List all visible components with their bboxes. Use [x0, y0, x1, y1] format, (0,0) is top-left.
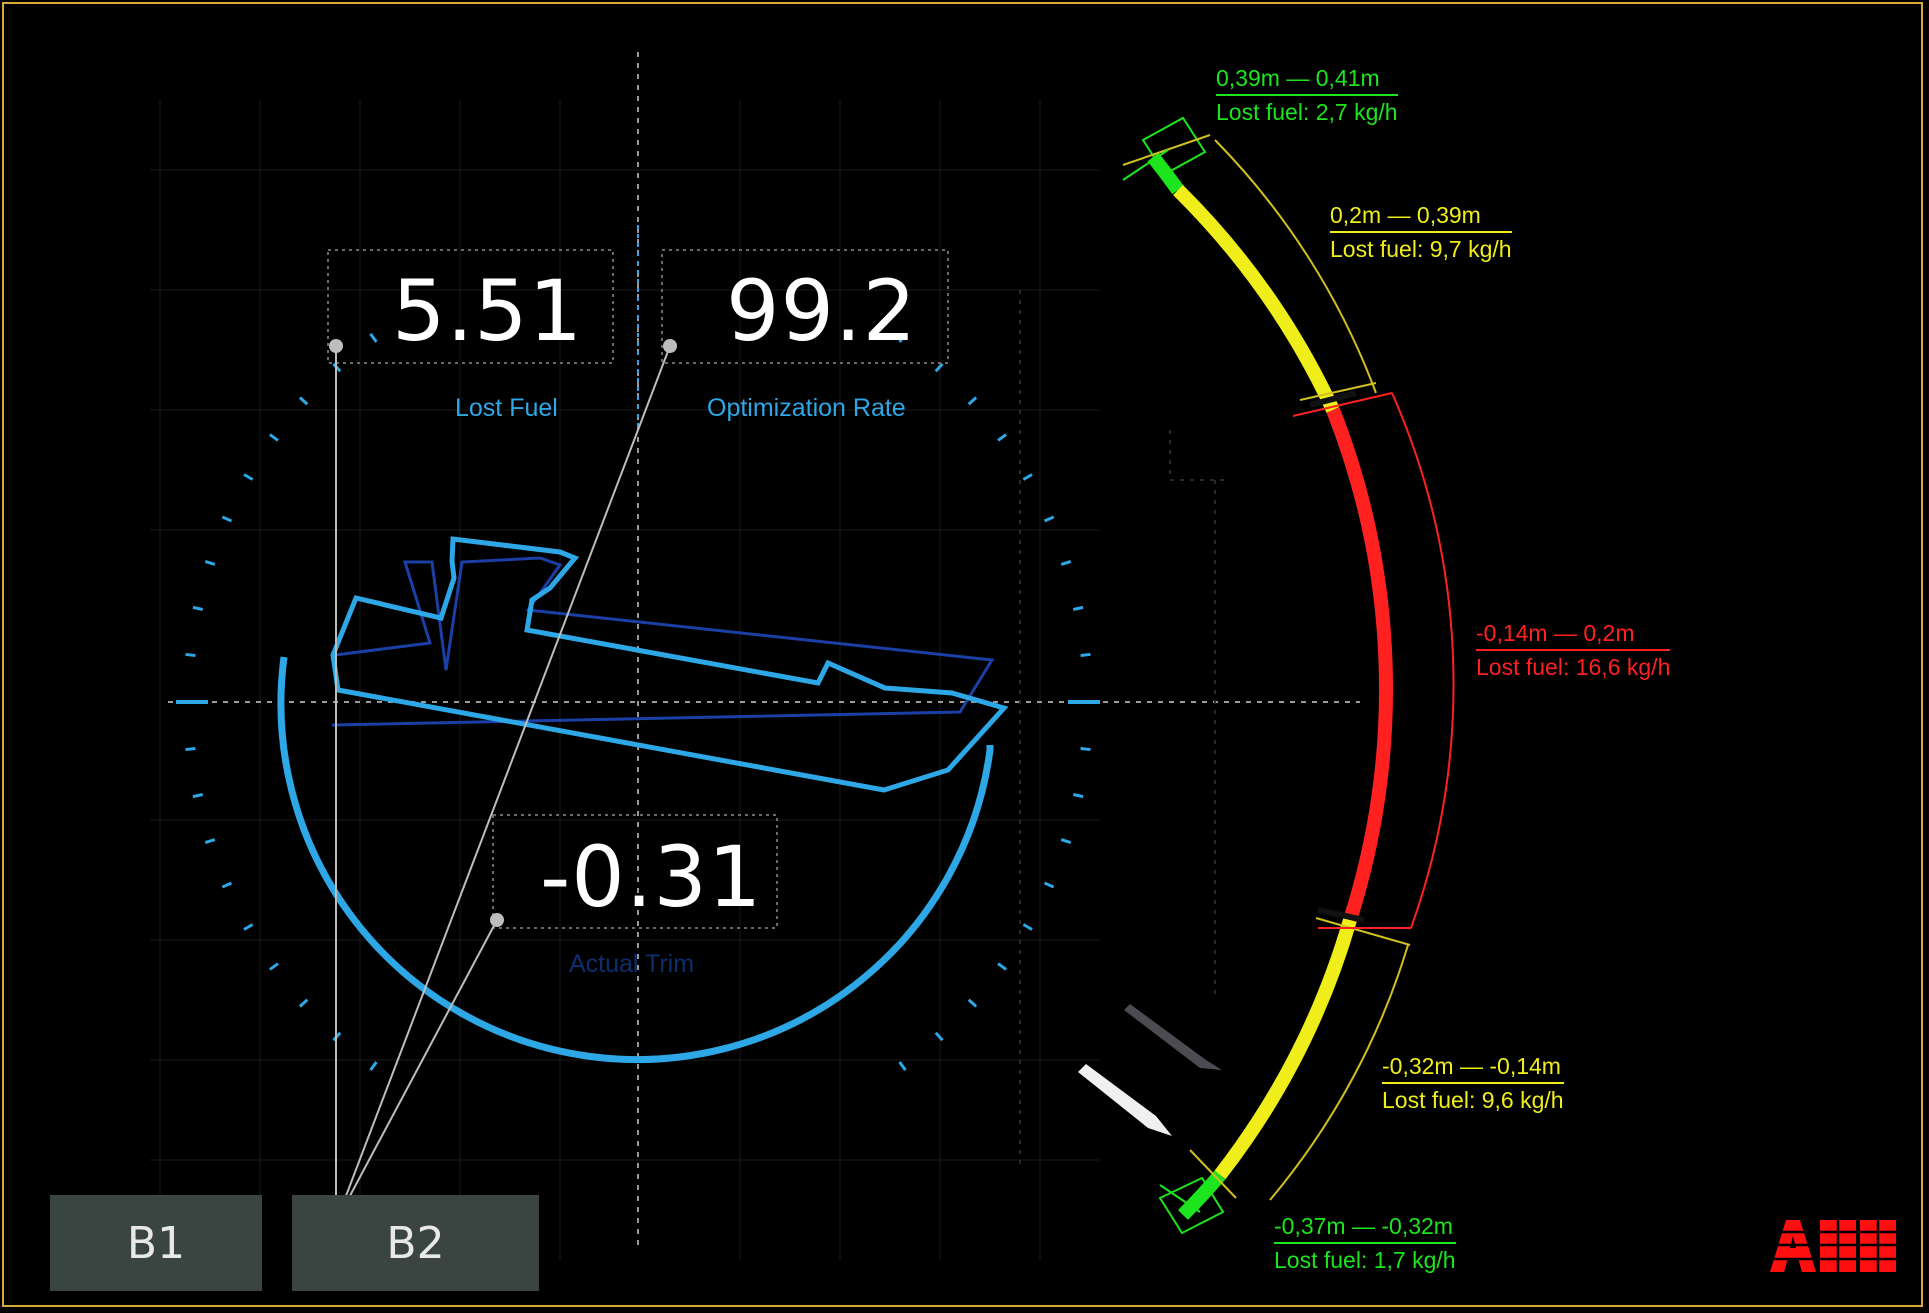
dial-tick: [1080, 747, 1091, 752]
dial-tick: [192, 605, 204, 611]
range-label-5: -0,37m — -0,32m Lost fuel: 1,7 kg/h: [1274, 1210, 1456, 1276]
dial-tick: [221, 515, 233, 523]
range-label-4: -0,32m — -0,14m Lost fuel: 9,6 kg/h: [1382, 1050, 1564, 1116]
dial-tick: [997, 962, 1007, 971]
dial-tick: [269, 962, 279, 971]
dial-tick: [1043, 881, 1055, 889]
ship-outline-reference: [331, 556, 995, 727]
actual-trim-value: -0.31: [540, 828, 763, 926]
optimization-rate-value: 99.2: [726, 262, 918, 360]
dial-tick: [369, 333, 378, 343]
lost-fuel-label: Lost Fuel: [455, 394, 558, 422]
dial-tick: [898, 1061, 907, 1071]
range-label-3: -0,14m — 0,2m Lost fuel: 16,6 kg/h: [1476, 617, 1671, 683]
dial-tick: [967, 396, 978, 406]
optimization-rate-label: Optimization Rate: [707, 394, 906, 422]
dial-tick: [221, 881, 233, 889]
dial-tick: [204, 838, 216, 845]
dial-tick: [1022, 923, 1033, 931]
dial-tick: [1022, 473, 1033, 481]
trim-needles: [1078, 1004, 1222, 1136]
dial-tick: [204, 559, 216, 566]
leader-lines: [335, 345, 671, 1223]
dial-tick: [243, 473, 254, 481]
b2-button[interactable]: B2: [292, 1195, 539, 1291]
needle-actual: [1078, 1064, 1172, 1136]
dial-tick: [1072, 793, 1084, 799]
dial-tick: [997, 433, 1007, 442]
dial-tick: [185, 652, 196, 657]
range-label-1: 0,39m — 0,41m Lost fuel: 2,7 kg/h: [1216, 62, 1398, 128]
b1-button[interactable]: B1: [50, 1195, 262, 1291]
dial-tick: [1060, 838, 1072, 845]
dial-tick: [298, 396, 309, 406]
lost-fuel-value: 5.51: [392, 262, 584, 360]
crosshair: [168, 52, 1360, 1248]
dial-tick: [192, 793, 204, 799]
abb-logo: [1764, 1220, 1898, 1272]
dial-tick: [967, 998, 978, 1008]
dial-tick: [1080, 652, 1091, 657]
background-grid: [150, 100, 1100, 1260]
dial-tick: [934, 362, 944, 373]
range-label-2: 0,2m — 0,39m Lost fuel: 9,7 kg/h: [1330, 199, 1512, 265]
dial-tick: [269, 433, 279, 442]
dial-tick: [185, 747, 196, 752]
actual-trim-label: Actual Trim: [569, 950, 695, 978]
dial-tick: [1060, 559, 1072, 566]
dial-tick: [1043, 515, 1055, 523]
dial-tick: [934, 1031, 944, 1042]
dial-tick: [243, 923, 254, 931]
dial-tick: [369, 1061, 378, 1071]
gauge-green-bottom: [1178, 1170, 1226, 1220]
dial-tick: [298, 998, 309, 1008]
gauge-red: [1326, 407, 1393, 923]
gauge-yellow-bottom: [1214, 918, 1357, 1180]
gauge-yellow-top: [1173, 185, 1340, 413]
dial-tick: [1072, 605, 1084, 611]
needle-reference: [1124, 1004, 1222, 1070]
